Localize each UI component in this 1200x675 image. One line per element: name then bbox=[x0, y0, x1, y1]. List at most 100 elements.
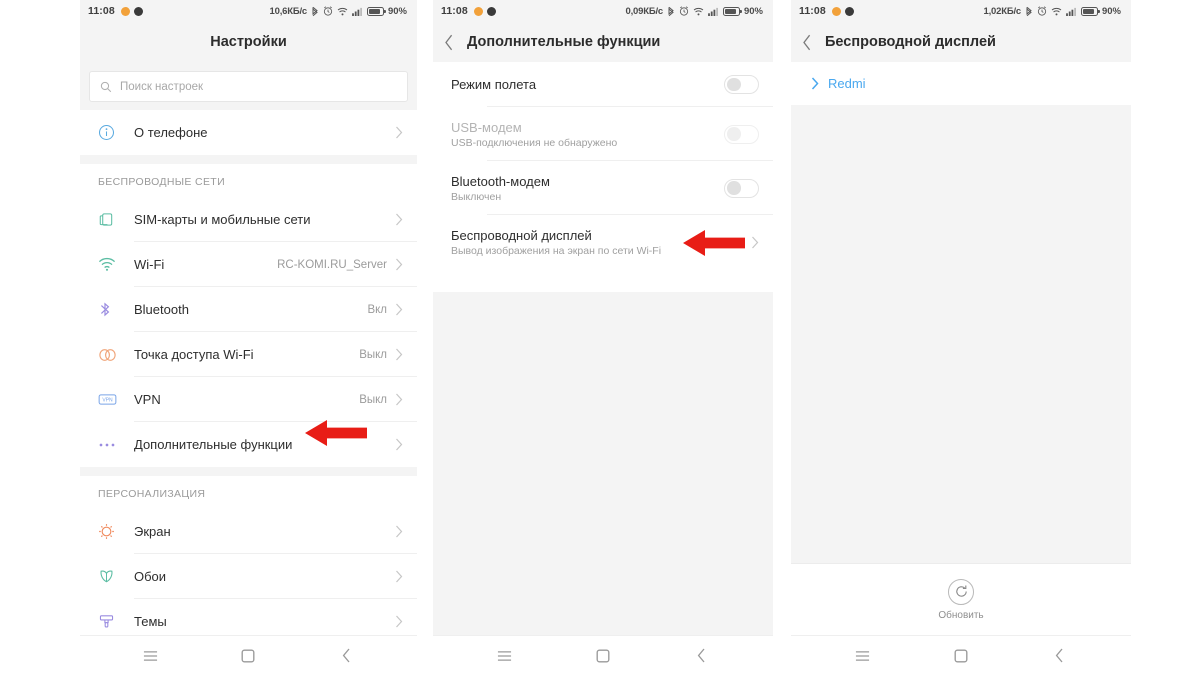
phone-screen-additional-settings: 11:08 0,09КБ/c 90% Дополнительные функци… bbox=[433, 0, 773, 675]
settings-row-vpn[interactable]: VPN VPN Выкл bbox=[80, 377, 417, 422]
row-text-block: Режим полета bbox=[451, 77, 724, 92]
settings-row-sim-cards[interactable]: SIM-карты и мобильные сети bbox=[80, 197, 417, 242]
settings-row-about-phone[interactable]: О телефоне bbox=[80, 110, 417, 155]
vpn-icon: VPN bbox=[98, 393, 134, 406]
group-header-wireless: БЕСПРОВОДНЫЕ СЕТИ bbox=[80, 164, 417, 197]
screenshot-stage: 11:08 10,6КБ/c 90% Настройки Поиск настр… bbox=[0, 0, 1200, 675]
status-bar: 11:08 10,6КБ/c 90% bbox=[80, 0, 417, 22]
device-list-item-redmi[interactable]: Redmi bbox=[791, 62, 1131, 105]
refresh-button[interactable]: Обновить bbox=[791, 563, 1131, 635]
search-icon bbox=[100, 81, 112, 93]
bluetooth-icon bbox=[1025, 6, 1033, 17]
settings-row-display[interactable]: Экран bbox=[80, 509, 417, 554]
phone-screen-settings: 11:08 10,6КБ/c 90% Настройки Поиск настр… bbox=[80, 0, 417, 675]
network-speed-label: 10,6КБ/c bbox=[269, 5, 308, 17]
battery-icon bbox=[366, 6, 386, 16]
settings-row-label: Режим полета bbox=[451, 77, 537, 92]
settings-row-label: SIM-карты и мобильные сети bbox=[134, 212, 311, 227]
empty-gray-area bbox=[433, 292, 773, 635]
section-gap bbox=[80, 467, 417, 476]
wifi-icon bbox=[693, 7, 704, 16]
battery-percent-label: 90% bbox=[387, 5, 407, 17]
title-bar: Беспроводной дисплей bbox=[791, 22, 1131, 62]
settings-row-wifi[interactable]: Wi-Fi RC-KOMI.RU_Server bbox=[80, 242, 417, 287]
home-square-icon[interactable] bbox=[941, 636, 981, 675]
search-bar-container: Поиск настроек bbox=[80, 62, 417, 110]
chevron-right-icon bbox=[395, 570, 403, 583]
status-right-cluster: 0,09КБ/c 90% bbox=[626, 6, 763, 17]
refresh-icon bbox=[948, 578, 974, 605]
search-input[interactable]: Поиск настроек bbox=[89, 71, 408, 102]
page-title: Настройки bbox=[210, 34, 287, 50]
settings-row-subtitle: USB-подключения не обнаружено bbox=[451, 136, 618, 149]
notification-dark-icon bbox=[486, 6, 496, 16]
chevron-right-icon bbox=[811, 77, 819, 90]
status-right-cluster: 1,02КБ/c 90% bbox=[984, 6, 1121, 17]
wallpaper-icon bbox=[98, 568, 134, 585]
settings-row-bluetooth[interactable]: Bluetooth Вкл bbox=[80, 287, 417, 332]
back-chevron-icon[interactable] bbox=[791, 22, 823, 62]
settings-row-bluetooth-tethering[interactable]: Bluetooth-модем Выключен bbox=[433, 161, 773, 215]
settings-row-themes[interactable]: Темы bbox=[80, 599, 417, 635]
chevron-right-icon bbox=[395, 126, 403, 139]
empty-gray-area bbox=[791, 105, 1131, 563]
settings-row-hotspot[interactable]: Точка доступа Wi-Fi Выкл bbox=[80, 332, 417, 377]
phone-screen-wireless-display: 11:08 1,02КБ/c 90% Беспроводной дисплей bbox=[791, 0, 1131, 675]
annotation-arrow-wireless-display bbox=[683, 228, 745, 263]
search-placeholder: Поиск настроек bbox=[120, 80, 204, 93]
status-time: 11:08 bbox=[441, 5, 468, 17]
home-square-icon[interactable] bbox=[583, 636, 623, 675]
settings-row-label: Wi-Fi bbox=[134, 257, 165, 272]
airplane-mode-toggle[interactable] bbox=[724, 75, 759, 94]
settings-row-airplane-mode[interactable]: Режим полета bbox=[433, 62, 773, 107]
status-notification-icons bbox=[831, 6, 854, 16]
title-bar: Настройки bbox=[80, 22, 417, 62]
home-square-icon[interactable] bbox=[228, 636, 268, 675]
settings-scroll-area[interactable]: Поиск настроек О телефоне БЕСПРОВОДНЫЕ С… bbox=[80, 62, 417, 635]
menu-icon[interactable] bbox=[131, 636, 171, 675]
more-dots-icon bbox=[98, 442, 134, 448]
info-icon bbox=[98, 124, 134, 141]
sim-card-icon bbox=[98, 211, 134, 228]
menu-icon[interactable] bbox=[484, 636, 524, 675]
settings-row-label: Темы bbox=[134, 614, 167, 629]
wifi-icon bbox=[98, 257, 134, 272]
back-chevron-icon[interactable] bbox=[326, 636, 366, 675]
settings-row-subtitle: Выключен bbox=[451, 190, 502, 203]
back-chevron-icon[interactable] bbox=[1040, 636, 1080, 675]
settings-row-label: Обои bbox=[134, 569, 167, 584]
device-name-label: Redmi bbox=[828, 76, 866, 91]
notification-dark-icon bbox=[844, 6, 854, 16]
alarm-icon bbox=[1037, 6, 1047, 16]
notification-orange-icon bbox=[120, 6, 130, 16]
signal-icon bbox=[352, 7, 363, 16]
settings-row-label: USB-модем bbox=[451, 119, 522, 135]
settings-row-value: Выкл bbox=[359, 393, 387, 406]
battery-icon bbox=[1080, 6, 1100, 16]
bluetooth-tethering-toggle[interactable] bbox=[724, 178, 759, 198]
additional-settings-scroll-area[interactable]: Режим полета USB-модем USB-подключения н… bbox=[433, 62, 773, 635]
wireless-display-body: Redmi bbox=[791, 62, 1131, 563]
chevron-right-icon bbox=[395, 348, 403, 361]
chevron-right-icon bbox=[395, 393, 403, 406]
status-bar: 11:08 1,02КБ/c 90% bbox=[791, 0, 1131, 22]
usb-tethering-toggle[interactable] bbox=[724, 124, 759, 144]
network-speed-label: 0,09КБ/c bbox=[625, 5, 664, 17]
svg-text:VPN: VPN bbox=[102, 398, 113, 404]
navigation-bar bbox=[791, 635, 1131, 675]
back-chevron-icon[interactable] bbox=[682, 636, 722, 675]
wifi-icon bbox=[337, 7, 348, 16]
settings-row-wallpaper[interactable]: Обои bbox=[80, 554, 417, 599]
back-chevron-icon[interactable] bbox=[433, 22, 465, 62]
settings-row-label: Bluetooth-модем bbox=[451, 173, 550, 189]
wifi-icon bbox=[1051, 7, 1062, 16]
notification-orange-icon bbox=[831, 6, 841, 16]
status-right-cluster: 10,6КБ/c 90% bbox=[270, 6, 407, 17]
menu-icon[interactable] bbox=[842, 636, 882, 675]
chevron-right-icon bbox=[395, 525, 403, 538]
settings-row-usb-tethering[interactable]: USB-модем USB-подключения не обнаружено bbox=[433, 107, 773, 161]
signal-icon bbox=[1066, 7, 1077, 16]
chevron-right-icon bbox=[395, 258, 403, 271]
chevron-right-icon bbox=[751, 236, 759, 249]
notification-orange-icon bbox=[473, 6, 483, 16]
